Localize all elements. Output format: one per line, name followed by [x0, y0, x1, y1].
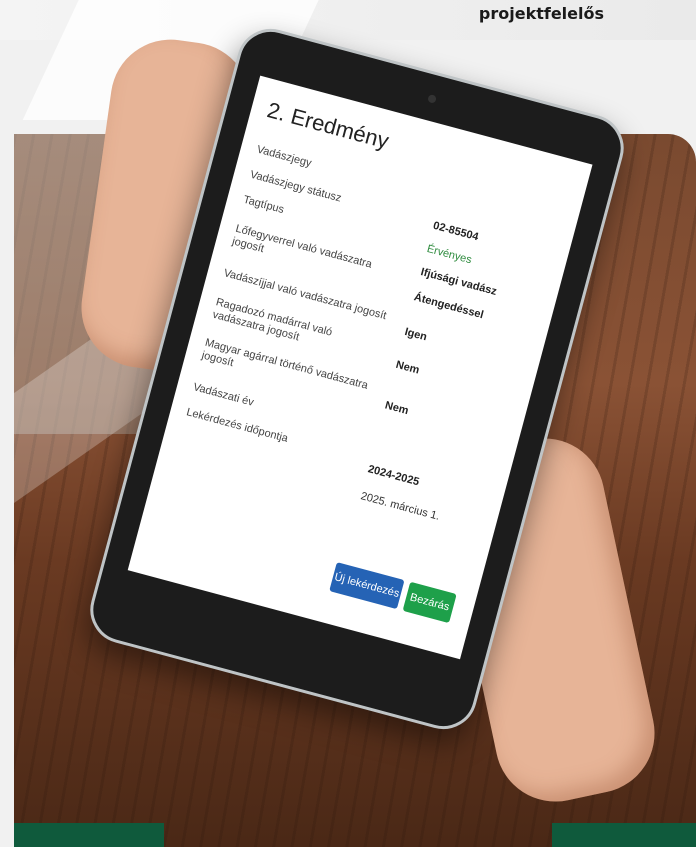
new-query-button[interactable]: Új lekérdezés [329, 562, 405, 610]
logo-corner-right [552, 823, 696, 847]
row-query-time: Lekérdezés időpontja 2025. március 1. [185, 406, 489, 523]
camera-dot [427, 93, 437, 104]
logo-corner-left [14, 823, 164, 847]
result-title: 2. Eredmény [264, 97, 392, 154]
row-value: Átengedéssel [412, 291, 485, 322]
row-value: Nem [383, 399, 410, 418]
page-caption: projektfelelős [478, 4, 604, 23]
row-value: 2024-2025 [366, 463, 421, 489]
row-value: Igen [403, 325, 429, 344]
row-value: 02-85504 [431, 219, 480, 244]
row-value: Nem [394, 358, 421, 377]
row-value: 2025. március 1. [359, 490, 441, 523]
status-badge: Érvényes [425, 242, 473, 267]
row-value: Ifjúsági vadász [419, 266, 499, 298]
close-button[interactable]: Bezárás [402, 581, 457, 624]
